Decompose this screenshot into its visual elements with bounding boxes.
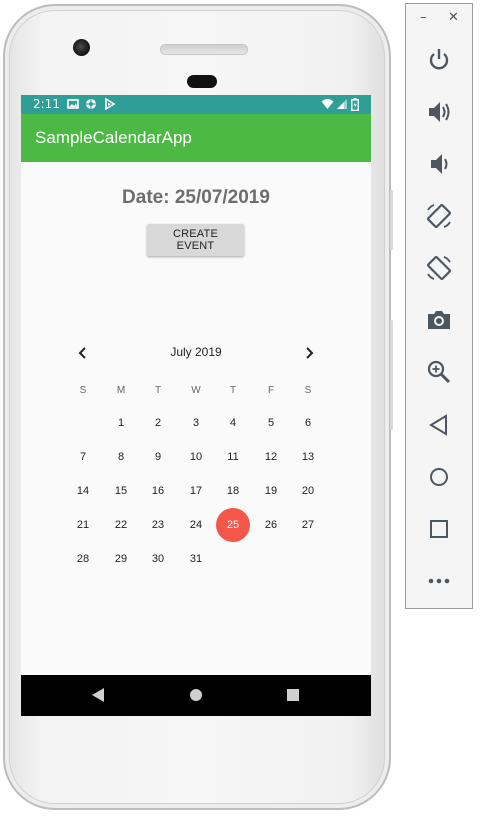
calendar-day[interactable]: 1 bbox=[104, 406, 138, 440]
calendar-day[interactable]: 31 bbox=[179, 542, 213, 576]
calendar-day[interactable]: 8 bbox=[104, 440, 138, 474]
zoom-icon[interactable] bbox=[425, 358, 453, 386]
calendar-day[interactable]: 10 bbox=[179, 440, 213, 474]
weekday-label: T bbox=[229, 385, 237, 396]
device-screen: 2:11 SampleCalendarApp Date: 25/07/2019 … bbox=[21, 95, 371, 716]
system-navigation-bar bbox=[21, 675, 371, 716]
emulator-toolbar: – ✕ bbox=[405, 3, 473, 609]
status-bar: 2:11 bbox=[21, 95, 371, 114]
calendar-day[interactable]: 17 bbox=[179, 474, 213, 508]
status-time: 2:11 bbox=[33, 97, 60, 111]
weekday-label: S bbox=[304, 385, 312, 396]
image-icon bbox=[67, 99, 79, 109]
camera-icon[interactable] bbox=[425, 306, 453, 334]
overview-icon[interactable] bbox=[425, 515, 453, 543]
power-side-button bbox=[390, 190, 393, 250]
battery-icon bbox=[351, 98, 359, 111]
calendar-day[interactable]: 11 bbox=[216, 440, 250, 474]
weekday-label: F bbox=[267, 385, 275, 396]
proximity-sensor bbox=[187, 75, 217, 88]
earpiece-speaker bbox=[160, 44, 248, 55]
calendar-day[interactable]: 26 bbox=[254, 508, 288, 542]
close-button[interactable]: ✕ bbox=[448, 10, 459, 25]
signal-icon bbox=[337, 99, 347, 109]
calendar-day[interactable]: 30 bbox=[141, 542, 175, 576]
calendar-day[interactable]: 15 bbox=[104, 474, 138, 508]
calendar-day[interactable]: 9 bbox=[141, 440, 175, 474]
back-icon[interactable] bbox=[91, 687, 105, 703]
more-icon[interactable] bbox=[425, 567, 453, 595]
calendar-day[interactable]: 23 bbox=[141, 508, 175, 542]
volume-side-button bbox=[390, 320, 393, 430]
rotate-left-icon[interactable] bbox=[425, 202, 453, 230]
app-title: SampleCalendarApp bbox=[35, 128, 192, 147]
calendar-day[interactable]: 14 bbox=[66, 474, 100, 508]
volume-up-icon[interactable] bbox=[425, 98, 453, 126]
minimize-button[interactable]: – bbox=[420, 10, 427, 25]
wifi-icon bbox=[321, 99, 334, 109]
volume-down-icon[interactable] bbox=[425, 150, 453, 178]
create-event-button[interactable]: CREATE EVENT bbox=[147, 224, 244, 256]
calendar-day[interactable]: 24 bbox=[179, 508, 213, 542]
calendar-day[interactable]: 7 bbox=[66, 440, 100, 474]
rotate-right-icon[interactable] bbox=[425, 254, 453, 282]
calendar-day[interactable]: 18 bbox=[216, 474, 250, 508]
calendar-day[interactable]: 16 bbox=[141, 474, 175, 508]
play-icon bbox=[105, 98, 116, 110]
calendar-day[interactable]: 4 bbox=[216, 406, 250, 440]
calendar-day[interactable]: 12 bbox=[254, 440, 288, 474]
home-icon[interactable] bbox=[425, 463, 453, 491]
calendar-day[interactable]: 13 bbox=[291, 440, 325, 474]
calendar-day[interactable]: 6 bbox=[291, 406, 325, 440]
calendar-day[interactable]: 28 bbox=[66, 542, 100, 576]
calendar-day[interactable]: 20 bbox=[291, 474, 325, 508]
sync-icon bbox=[86, 99, 96, 109]
calendar-day-selected[interactable]: 25 bbox=[216, 508, 250, 542]
home-icon[interactable] bbox=[189, 687, 203, 703]
selected-date-label: Date: 25/07/2019 bbox=[122, 187, 270, 208]
recents-icon[interactable] bbox=[286, 687, 300, 703]
calendar-day[interactable]: 2 bbox=[141, 406, 175, 440]
weekday-label: W bbox=[191, 385, 201, 396]
power-icon[interactable] bbox=[425, 46, 453, 74]
weekday-label: S bbox=[79, 385, 87, 396]
next-month-icon[interactable] bbox=[299, 343, 319, 363]
calendar-day[interactable]: 22 bbox=[104, 508, 138, 542]
weekday-label: T bbox=[154, 385, 162, 396]
calendar-day[interactable]: 29 bbox=[104, 542, 138, 576]
calendar-day[interactable]: 27 bbox=[291, 508, 325, 542]
app-bar: SampleCalendarApp bbox=[21, 114, 371, 162]
front-camera bbox=[73, 39, 90, 56]
calendar-day[interactable]: 21 bbox=[66, 508, 100, 542]
calendar-day[interactable]: 19 bbox=[254, 474, 288, 508]
back-icon[interactable] bbox=[425, 411, 453, 439]
calendar-day[interactable]: 3 bbox=[179, 406, 213, 440]
calendar-day[interactable]: 5 bbox=[254, 406, 288, 440]
weekday-label: M bbox=[116, 385, 126, 396]
